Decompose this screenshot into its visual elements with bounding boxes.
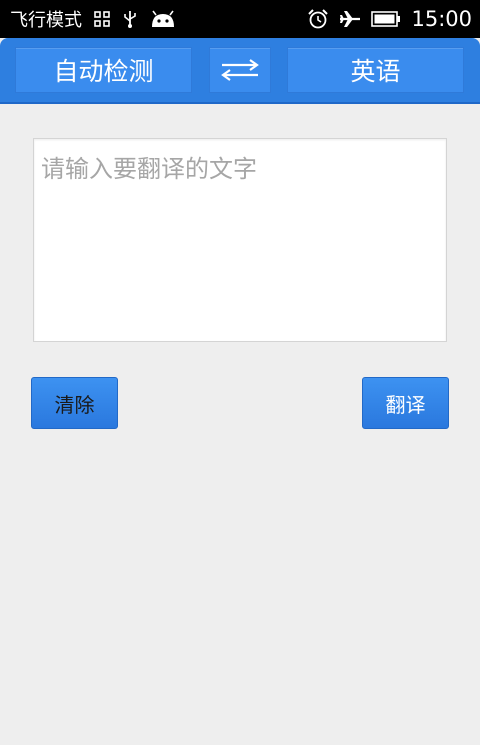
translate-text-input[interactable]: 请输入要翻译的文字	[33, 138, 447, 342]
alarm-icon	[307, 8, 329, 30]
grid-icon	[94, 11, 110, 27]
usb-icon	[122, 9, 138, 29]
android-icon	[150, 9, 176, 29]
airplane-icon	[339, 8, 361, 30]
clock-time: 15:00	[411, 7, 472, 31]
source-language-button[interactable]: 自动检测	[15, 47, 192, 93]
status-right: 15:00	[307, 0, 472, 38]
battery-icon	[371, 11, 401, 27]
swap-arrows-icon	[220, 57, 260, 83]
language-toolbar: 自动检测 英语	[0, 38, 480, 104]
swap-languages-button[interactable]	[209, 47, 271, 93]
input-placeholder: 请输入要翻译的文字	[41, 155, 257, 183]
status-left: 飞行模式	[10, 0, 176, 38]
status-bar: 飞行模式 15:00	[0, 0, 480, 38]
translate-button[interactable]: 翻译	[362, 377, 449, 429]
target-language-button[interactable]: 英语	[287, 47, 464, 93]
airplane-mode-text: 飞行模式	[10, 10, 82, 31]
clear-button[interactable]: 清除	[31, 377, 118, 429]
